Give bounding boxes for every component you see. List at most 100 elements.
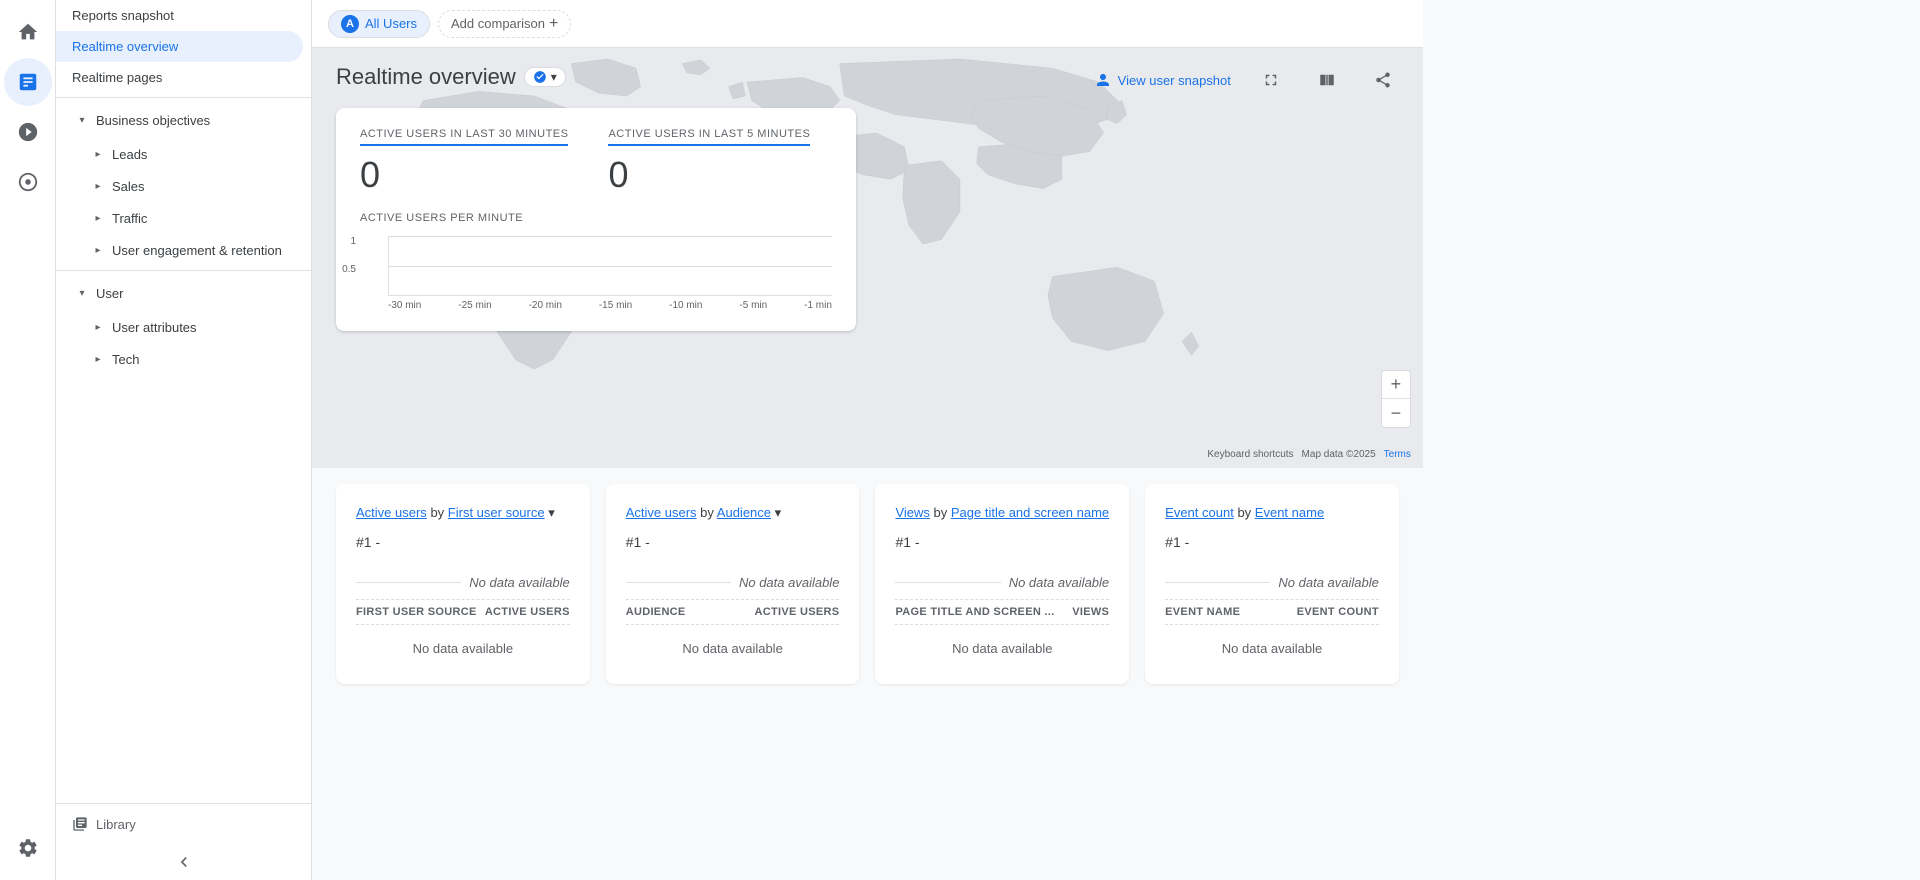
sidebar-item-realtime-pages[interactable]: Realtime pages — [56, 62, 303, 93]
card-2-no-data-label: No data available — [739, 575, 839, 590]
content-area: Realtime overview ▾ View user snapshot — [312, 48, 1423, 880]
x-label-6: -1 min — [804, 300, 832, 311]
card-3-title-dimension[interactable]: Page title and screen name — [951, 505, 1109, 520]
card-2-rank: #1 - — [626, 534, 840, 550]
active-users-30-block: ACTIVE USERS IN LAST 30 MINUTES 0 — [360, 128, 568, 196]
sidebar-section-user[interactable]: ▾ User — [56, 275, 311, 311]
child-label: Tech — [112, 352, 139, 367]
card-4-rank: #1 - — [1165, 534, 1379, 550]
chevron-right-icon: ▸ — [88, 176, 108, 196]
chart-icon[interactable] — [4, 58, 52, 106]
card-2-title-dimension[interactable]: Audience — [717, 505, 771, 520]
chevron-right-icon: ▸ — [88, 317, 108, 337]
add-comparison-button[interactable]: Add comparison + — [438, 10, 571, 38]
sidebar-item-user-engagement[interactable]: ▸ User engagement & retention — [56, 234, 311, 266]
card-2-col2-header: ACTIVE USERS — [755, 606, 840, 618]
check-circle-icon — [533, 70, 547, 84]
settings-icon[interactable] — [4, 824, 52, 872]
zoom-out-button[interactable]: − — [1382, 399, 1410, 427]
card-1-title-by: by — [430, 505, 444, 520]
status-badge[interactable]: ▾ — [524, 67, 566, 87]
chart-mid-line — [389, 266, 832, 267]
chart-y-mid: 0.5 — [342, 264, 360, 275]
card-2-col1-header: AUDIENCE — [626, 606, 686, 618]
terms-link[interactable]: Terms — [1384, 449, 1411, 460]
filter-chip-icon: A — [341, 15, 359, 33]
broadcast-icon[interactable] — [4, 108, 52, 156]
sidebar-item-label: Reports snapshot — [72, 8, 174, 23]
card-2-title: Active users by Audience ▾ — [626, 504, 840, 522]
sidebar-item-label: Realtime overview — [72, 39, 178, 54]
card-4-no-data-table: No data available — [1165, 633, 1379, 664]
keyboard-shortcuts-link[interactable]: Keyboard shortcuts — [1207, 449, 1293, 460]
main-content: A All Users Add comparison + — [312, 0, 1423, 880]
x-label-5: -5 min — [739, 300, 767, 311]
first-user-source-card: Active users by First user source ▾ #1 -… — [336, 484, 590, 684]
expand-icon — [1262, 71, 1280, 89]
library-icon — [72, 816, 88, 832]
view-snapshot-controls: View user snapshot — [1094, 64, 1399, 96]
chart-top-line — [389, 236, 832, 237]
child-label: Leads — [112, 147, 147, 162]
card-1-chevron[interactable]: ▾ — [548, 505, 555, 520]
collapse-sidebar-button[interactable] — [56, 844, 311, 880]
card-2-no-data-row: No data available — [626, 566, 840, 599]
library-label: Library — [96, 817, 136, 832]
mini-chart — [388, 236, 832, 296]
divider — [56, 97, 311, 98]
home-icon[interactable] — [4, 8, 52, 56]
card-4-title-dimension[interactable]: Event name — [1255, 505, 1324, 520]
cards-grid: Active users by First user source ▾ #1 -… — [336, 484, 1399, 684]
card-2-title-prefix[interactable]: Active users — [626, 505, 697, 520]
sidebar-item-label: Realtime pages — [72, 70, 162, 85]
child-label: User engagement & retention — [112, 243, 282, 258]
sidebar-library[interactable]: Library — [56, 803, 311, 844]
sidebar-item-reports-snapshot[interactable]: Reports snapshot — [56, 0, 303, 31]
chart-y-max: 1 — [350, 236, 360, 247]
card-3-rank: #1 - — [895, 534, 1109, 550]
card-1-title-dimension[interactable]: First user source — [448, 505, 545, 520]
share-button[interactable] — [1367, 64, 1399, 96]
card-1-col1-header: FIRST USER SOURCE — [356, 606, 477, 618]
card-3-no-data-row: No data available — [895, 566, 1109, 599]
x-label-4: -10 min — [669, 300, 702, 311]
sidebar-item-realtime-overview[interactable]: Realtime overview — [56, 31, 303, 62]
card-1-table-header: FIRST USER SOURCE ACTIVE USERS — [356, 599, 570, 625]
sidebar-item-user-attributes[interactable]: ▸ User attributes — [56, 311, 311, 343]
x-label-1: -25 min — [458, 300, 491, 311]
sidebar-section-business-objectives[interactable]: ▾ Business objectives — [56, 102, 311, 138]
card-1-no-data-row: No data available — [356, 566, 570, 599]
zoom-in-button[interactable]: + — [1382, 371, 1410, 399]
all-users-filter-chip[interactable]: A All Users — [328, 10, 430, 38]
target-icon[interactable] — [4, 158, 52, 206]
columns-button[interactable] — [1311, 64, 1343, 96]
sidebar-item-traffic[interactable]: ▸ Traffic — [56, 202, 311, 234]
card-1-title: Active users by First user source ▾ — [356, 504, 570, 522]
card-2-table-header: AUDIENCE ACTIVE USERS — [626, 599, 840, 625]
sidebar-item-sales[interactable]: ▸ Sales — [56, 170, 311, 202]
view-user-snapshot-button[interactable]: View user snapshot — [1094, 71, 1231, 89]
chevron-down-icon: ▾ — [72, 110, 92, 130]
card-1-col2-header: ACTIVE USERS — [485, 606, 570, 618]
expand-button[interactable] — [1255, 64, 1287, 96]
card-2-chevron[interactable]: ▾ — [775, 505, 782, 520]
add-comparison-label: Add comparison — [451, 16, 545, 31]
sidebar-item-leads[interactable]: ▸ Leads — [56, 138, 311, 170]
event-name-card: Event count by Event name #1 - No data a… — [1145, 484, 1399, 684]
card-4-col1-header: EVENT NAME — [1165, 606, 1240, 618]
sidebar-item-tech[interactable]: ▸ Tech Tech — [56, 343, 311, 375]
card-1-rank: #1 - — [356, 534, 570, 550]
sidebar: Reports snapshot Realtime overview Realt… — [56, 0, 312, 880]
x-label-0: -30 min — [388, 300, 421, 311]
map-header: Realtime overview ▾ View user snapshot — [312, 48, 1423, 468]
filter-chip-label: All Users — [365, 16, 417, 31]
section-label: Business objectives — [96, 113, 210, 128]
card-3-title: Views by Page title and screen name — [895, 504, 1109, 522]
active-users-5-block: ACTIVE USERS IN LAST 5 MINUTES 0 — [608, 128, 810, 196]
child-label: Traffic — [112, 211, 147, 226]
card-1-title-prefix[interactable]: Active users — [356, 505, 427, 520]
card-3-col2-header: VIEWS — [1072, 606, 1109, 618]
card-3-title-prefix[interactable]: Views — [895, 505, 929, 520]
section-label: User — [96, 286, 123, 301]
card-4-title-prefix[interactable]: Event count — [1165, 505, 1234, 520]
